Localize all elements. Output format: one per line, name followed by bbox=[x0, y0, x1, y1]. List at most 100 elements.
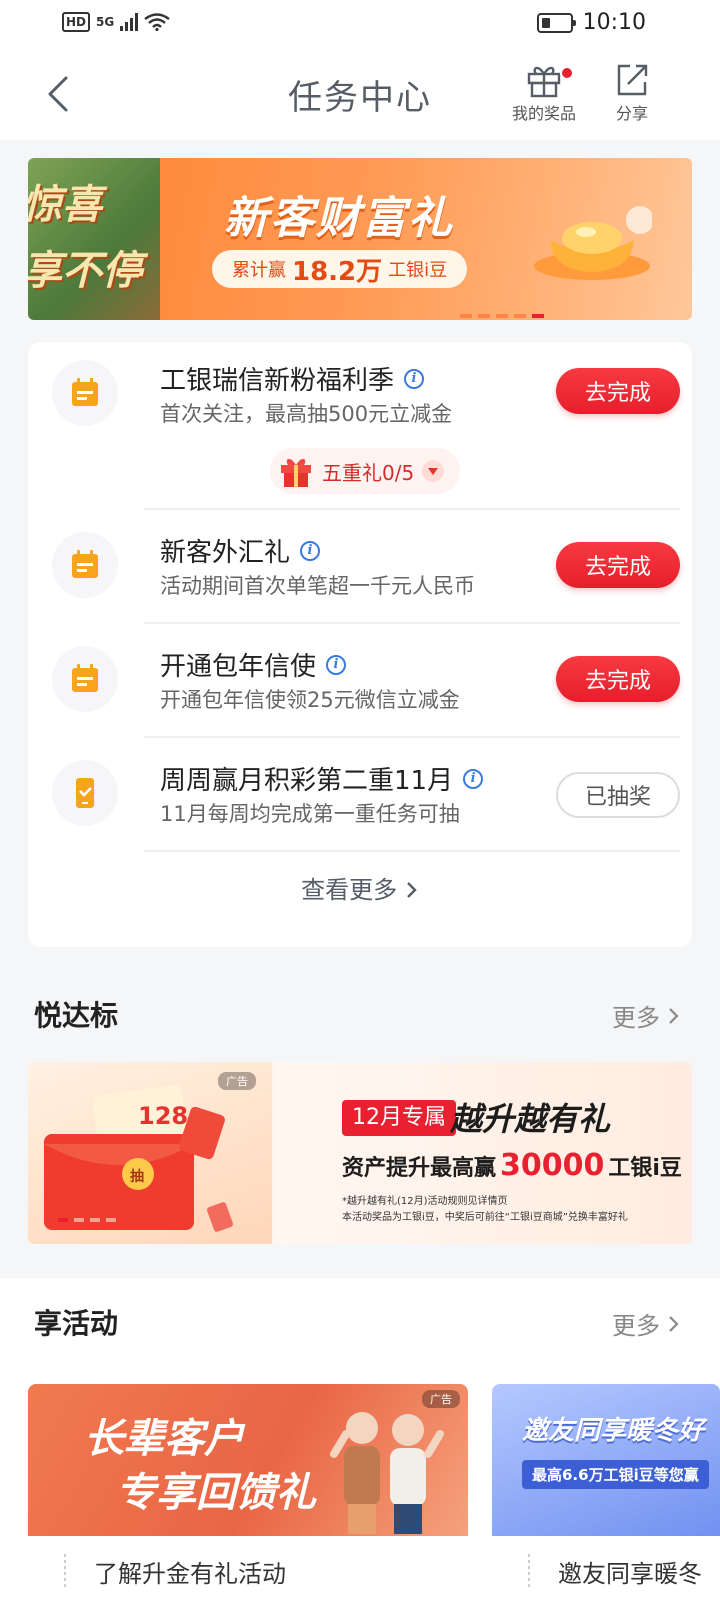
task-title: 开通包年信使 bbox=[160, 652, 317, 682]
calendar-icon bbox=[52, 360, 118, 426]
activity-card[interactable]: 长辈客户 专享回馈礼 广告 了解升金有礼活动 bbox=[28, 1384, 468, 1600]
activity-headline-1: 邀友同享暖冬好 bbox=[522, 1416, 705, 1446]
elderly-couple-illustration bbox=[330, 1412, 444, 1534]
activity-headline-1: 长辈客户 bbox=[84, 1416, 244, 1462]
ad-left-draw: 抽 bbox=[130, 1169, 144, 1185]
activity-image: 长辈客户 专享回馈礼 广告 bbox=[28, 1384, 468, 1536]
battery-icon bbox=[536, 12, 576, 33]
banner-current-slide[interactable]: 新客财富礼 累计赢 18.2万 工银i豆 bbox=[160, 158, 692, 320]
activity-caption: 邀友同享暖冬 bbox=[492, 1536, 720, 1600]
section-title: 悦达标 bbox=[34, 999, 119, 1032]
task-title: 新客外汇礼 bbox=[160, 538, 291, 568]
five-gift-label: 五重礼0/5 bbox=[322, 460, 415, 485]
divider bbox=[144, 736, 680, 738]
divider bbox=[144, 850, 680, 852]
section-more-link[interactable]: 更多 bbox=[612, 998, 680, 1033]
drawn-status-button[interactable]: 已抽奖 bbox=[556, 772, 680, 818]
banner-reward-pill: 累计赢 18.2万 工银i豆 bbox=[212, 250, 468, 288]
divider bbox=[144, 508, 680, 510]
activity-sub: 最高6.6万工银i豆等您赢 bbox=[522, 1460, 709, 1489]
info-icon[interactable]: i bbox=[463, 768, 484, 789]
network-type: 5G bbox=[96, 15, 115, 29]
complete-task-button[interactable]: 去完成 bbox=[556, 542, 680, 588]
activity-image: 邀友同享暖冬好 最高6.6万工银i豆等您赢 bbox=[492, 1384, 720, 1536]
activity-carousel[interactable]: 长辈客户 专享回馈礼 广告 了解升金有礼活动 邀友同享暖冬好 最高6.6万工银i… bbox=[0, 1376, 720, 1600]
promo-carousel[interactable]: 惊喜 享不停 新客财富礼 累计赢 18.2万 工银i豆 bbox=[0, 140, 720, 336]
complete-task-button[interactable]: 去完成 bbox=[556, 656, 680, 702]
more-label: 更多 bbox=[612, 1312, 660, 1340]
gold-ingot-icon bbox=[534, 206, 652, 280]
red-envelope-icon bbox=[44, 1084, 233, 1232]
task-title-row: 开通包年信使 i bbox=[160, 646, 347, 683]
task-subtitle: 首次关注，最高抽500元立减金 bbox=[160, 402, 453, 426]
info-icon[interactable]: i bbox=[326, 654, 347, 675]
ad-left-amount: 128 bbox=[138, 1102, 189, 1130]
activity-headline-2: 专享回馈礼 bbox=[116, 1470, 316, 1516]
ad-line2: 资产提升最高赢 30000 工银i豆 bbox=[342, 1148, 682, 1183]
ad-note-1: *越升越有礼(12月)活动规则见详情页 bbox=[342, 1196, 508, 1207]
info-icon[interactable]: i bbox=[404, 368, 425, 389]
task-list-card: 工银瑞信新粉福利季 i 首次关注，最高抽500元立减金 去完成 五重礼0/5 新… bbox=[28, 342, 692, 947]
more-label: 更多 bbox=[612, 1004, 660, 1032]
task-title-row: 周周赢月积彩第二重11月 i bbox=[160, 760, 484, 797]
hd-icon: HD bbox=[62, 12, 91, 32]
my-prizes-button[interactable]: 我的奖品 bbox=[504, 62, 584, 124]
status-left: HD 5G bbox=[62, 12, 170, 32]
chevron-right-icon bbox=[406, 882, 417, 898]
five-gift-progress[interactable]: 五重礼0/5 bbox=[270, 448, 461, 494]
task-subtitle: 11月每周均完成第一重任务可抽 bbox=[160, 802, 460, 826]
activity-caption: 了解升金有礼活动 bbox=[28, 1536, 468, 1600]
share-icon bbox=[617, 64, 648, 96]
ad-badge: 12月专属 bbox=[342, 1100, 456, 1136]
activity-card[interactable]: 邀友同享暖冬好 最高6.6万工银i豆等您赢 邀友同享暖冬 bbox=[492, 1384, 720, 1600]
section-header-activities: 享活动 更多 bbox=[0, 1278, 720, 1376]
complete-task-button[interactable]: 去完成 bbox=[556, 368, 680, 414]
info-icon[interactable]: i bbox=[300, 540, 321, 561]
clock: 10:10 bbox=[582, 10, 646, 35]
ad-current-slide[interactable]: 12月专属 越升越有礼 资产提升最高赢 30000 工银i豆 *越升越有礼(12… bbox=[276, 1062, 692, 1244]
ad-line2-amount: 30000 bbox=[500, 1148, 605, 1183]
status-bar: HD 5G 10:10 bbox=[0, 0, 720, 48]
banner-side-text-1: 惊喜 bbox=[28, 182, 102, 228]
ad-tag: 广告 bbox=[422, 1390, 460, 1408]
banner-pill-amount: 18.2万 bbox=[292, 256, 383, 287]
task-title: 工银瑞信新粉福利季 bbox=[160, 366, 395, 396]
task-subtitle: 活动期间首次单笔超一千元人民币 bbox=[160, 574, 475, 598]
gift-box-icon bbox=[281, 458, 311, 487]
section-header-yuedabiao: 悦达标 更多 bbox=[0, 970, 720, 1056]
ad-line2-prefix: 资产提升最高赢 bbox=[342, 1156, 497, 1181]
notification-dot bbox=[560, 66, 574, 80]
calendar-icon bbox=[52, 532, 118, 598]
view-more-label: 查看更多 bbox=[301, 876, 398, 904]
ad-tag: 广告 bbox=[218, 1072, 256, 1090]
view-more-link[interactable]: 查看更多 bbox=[28, 870, 692, 905]
signal-icon bbox=[120, 13, 139, 31]
calendar-icon bbox=[52, 646, 118, 712]
banner-pill-prefix: 累计赢 bbox=[232, 260, 286, 281]
carousel-indicator bbox=[460, 314, 544, 318]
section-title: 享活动 bbox=[34, 1307, 119, 1340]
carousel-indicator bbox=[58, 1218, 116, 1222]
wifi-icon bbox=[144, 13, 170, 31]
chevron-down-icon bbox=[422, 460, 445, 482]
chevron-right-icon bbox=[669, 1315, 679, 1332]
share-button[interactable]: 分享 bbox=[592, 62, 672, 124]
ad-carousel[interactable]: 128 抽 广告 12月专属 越升越有礼 资产提升最高赢 30000 工银i豆 … bbox=[28, 1062, 692, 1244]
section-more-link[interactable]: 更多 bbox=[612, 1306, 680, 1341]
banner-prev-slide[interactable]: 惊喜 享不停 bbox=[28, 158, 160, 320]
phone-check-icon bbox=[52, 760, 118, 826]
banner-pill-suffix: 工银i豆 bbox=[388, 260, 448, 281]
task-title-row: 工银瑞信新粉福利季 i bbox=[160, 360, 425, 397]
app-header: 任务中心 我的奖品 分享 bbox=[0, 48, 720, 140]
gift-icon bbox=[527, 66, 561, 98]
chevron-right-icon bbox=[669, 1007, 679, 1024]
status-right: 10:10 bbox=[536, 10, 646, 35]
task-title-row: 新客外汇礼 i bbox=[160, 532, 321, 569]
ad-note-2: 本活动奖品为工银i豆，中奖后可前往“工银i豆商城”兑换丰富好礼 bbox=[342, 1212, 628, 1223]
my-prizes-label: 我的奖品 bbox=[511, 104, 576, 123]
share-label: 分享 bbox=[615, 104, 648, 123]
task-subtitle: 开通包年信使领25元微信立减金 bbox=[160, 688, 460, 712]
banner-title: 新客财富礼 bbox=[224, 193, 454, 244]
ad-prev-slide[interactable]: 128 抽 广告 bbox=[28, 1062, 272, 1244]
ad-headline: 越升越有礼 bbox=[450, 1100, 611, 1138]
